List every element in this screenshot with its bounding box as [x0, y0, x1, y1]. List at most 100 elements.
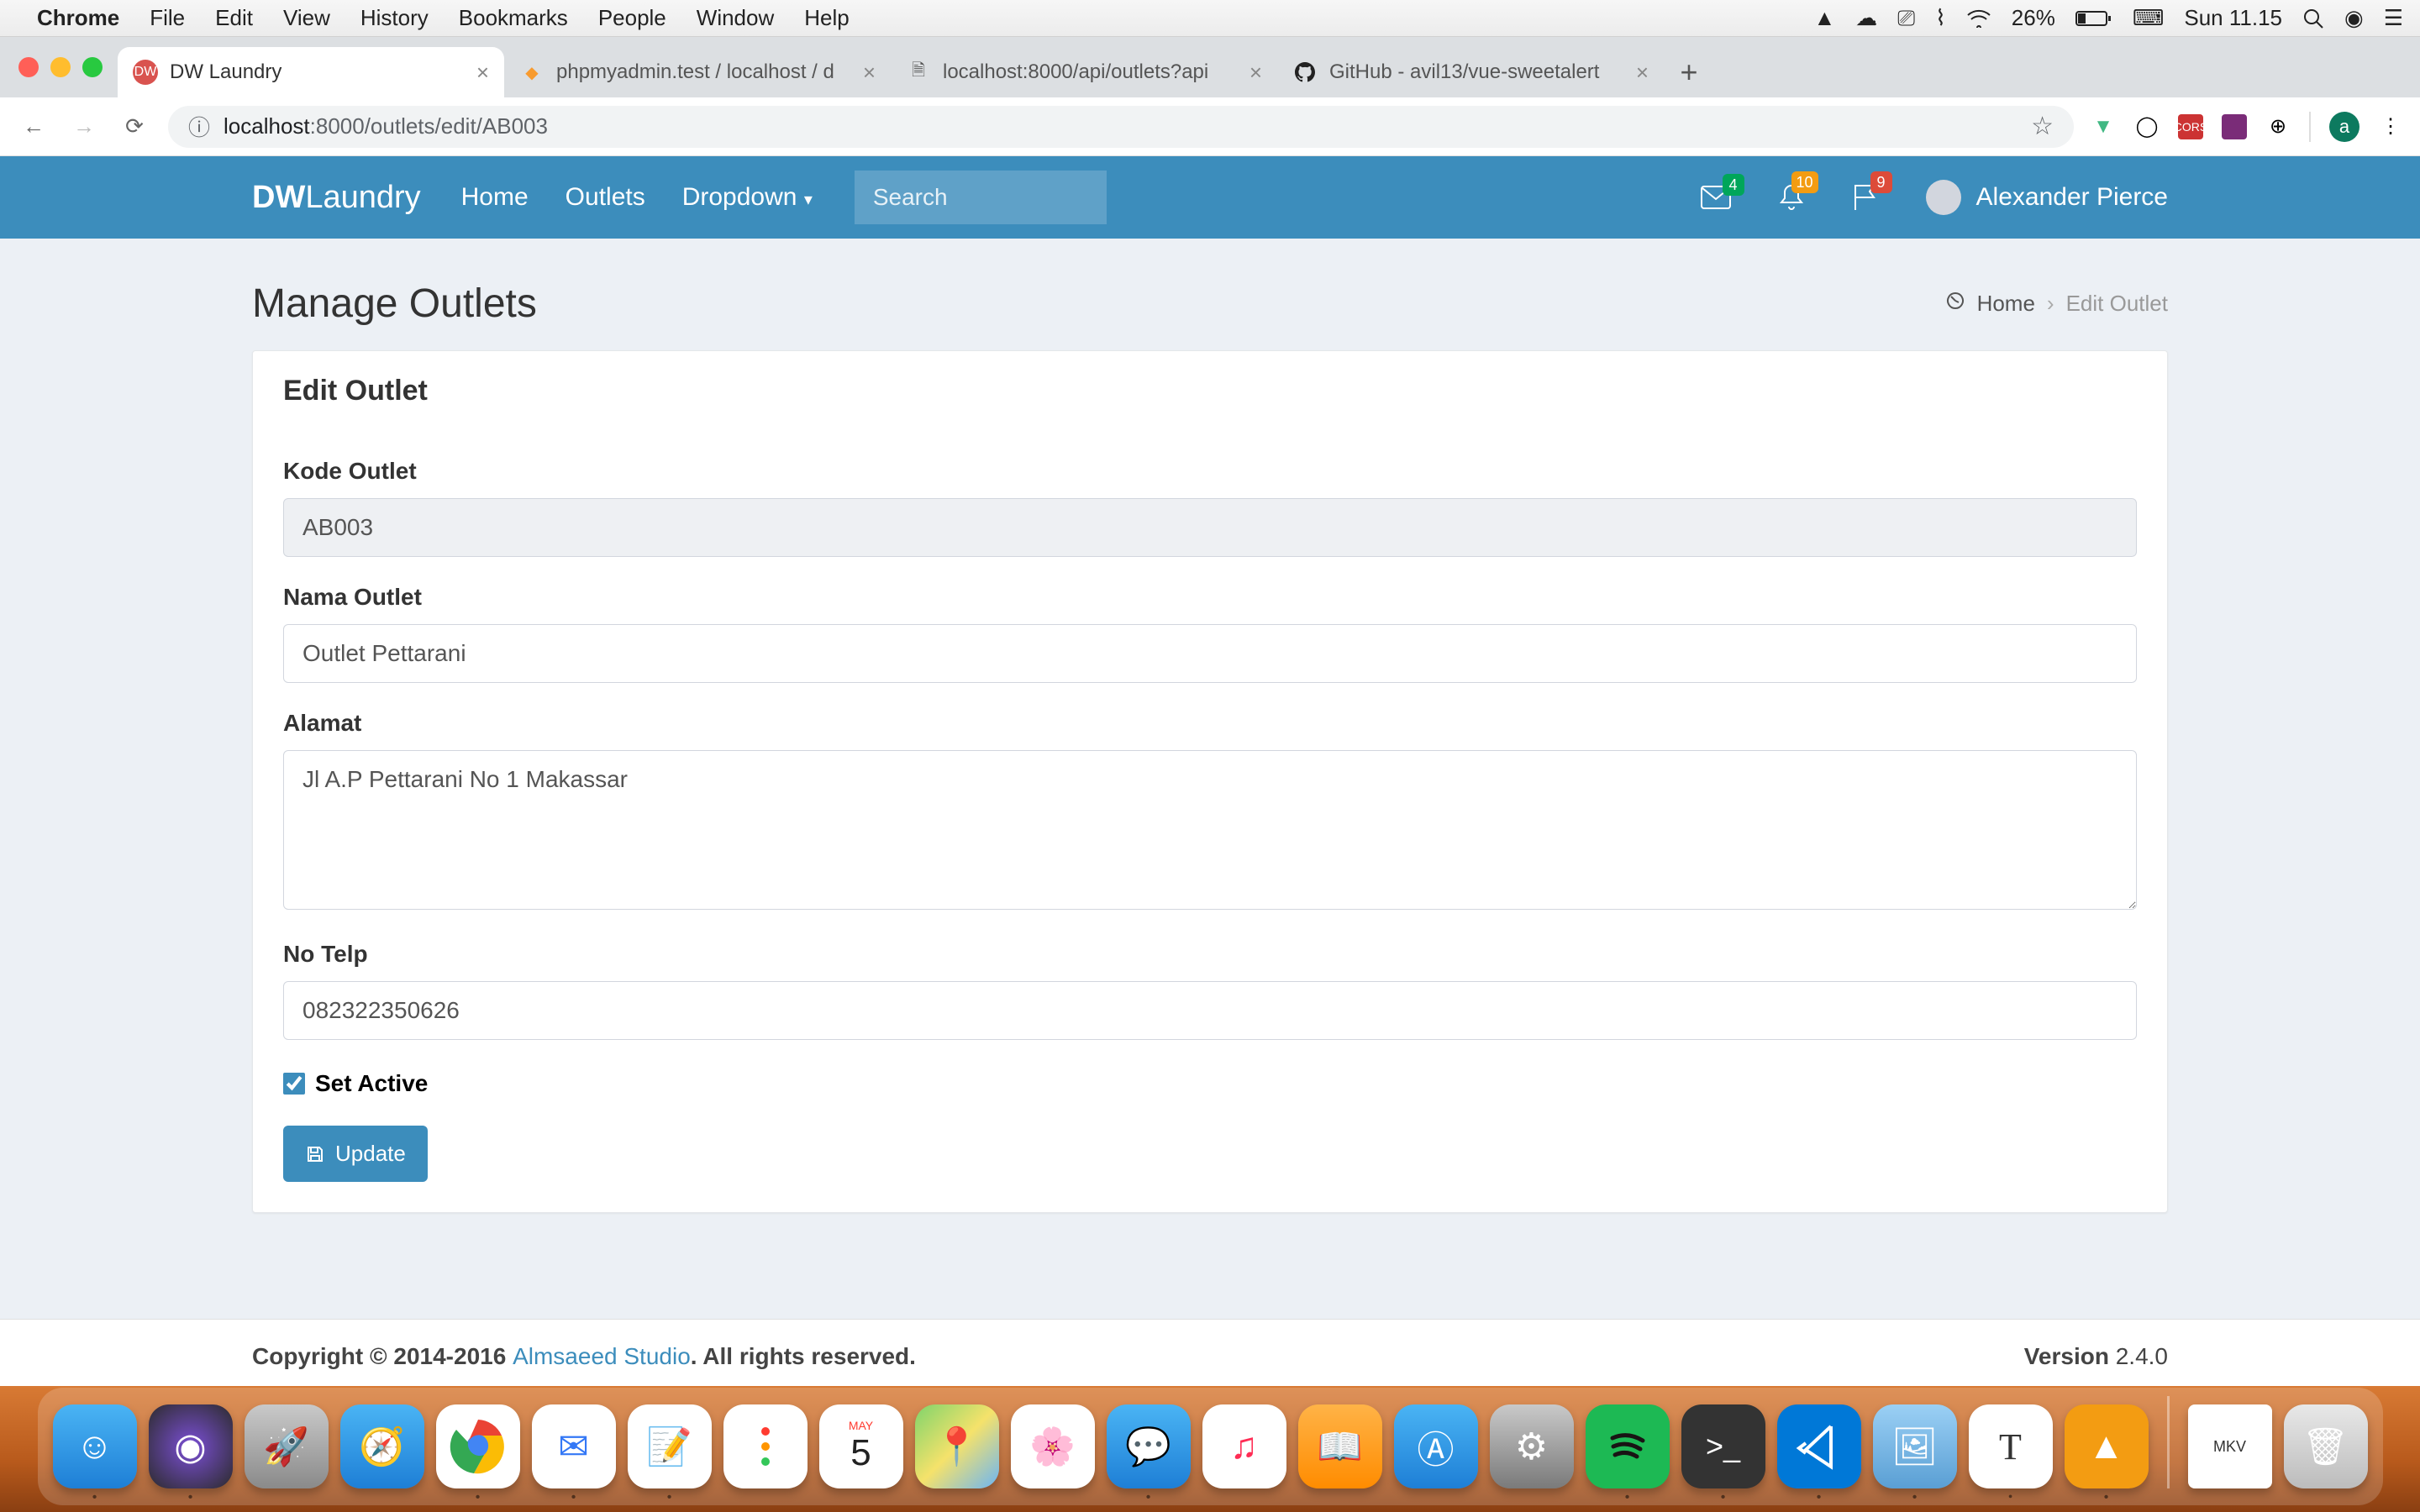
extension-icon-2[interactable]	[2222, 114, 2247, 139]
menubar-bookmarks[interactable]: Bookmarks	[459, 5, 568, 31]
photos-icon[interactable]: 🌸	[1011, 1404, 1095, 1488]
edit-outlet-card: Edit Outlet Kode Outlet Nama Outlet Alam…	[252, 350, 2168, 1213]
footer-link[interactable]: Almsaeed Studio	[513, 1343, 691, 1369]
menubar-app[interactable]: Chrome	[37, 5, 119, 31]
alamat-textarea[interactable]	[283, 750, 2137, 910]
cors-extension-icon[interactable]: CORS	[2178, 114, 2203, 139]
itunes-icon[interactable]: ♫	[1202, 1404, 1286, 1488]
update-button-label: Update	[335, 1141, 406, 1167]
menubar-view[interactable]: View	[283, 5, 330, 31]
reload-button[interactable]: ⟳	[118, 113, 151, 139]
extension-icon-3[interactable]: ⊕	[2265, 114, 2291, 139]
tab-title: localhost:8000/api/outlets?api	[943, 60, 1244, 84]
notifications-menu[interactable]: 10	[1778, 183, 1805, 212]
user-menu[interactable]: Alexander Pierce	[1926, 180, 2168, 215]
siri-app-icon[interactable]: ◉	[149, 1404, 233, 1488]
mail-menu[interactable]: 4	[1701, 186, 1731, 209]
menubar-window[interactable]: Window	[697, 5, 774, 31]
window-controls	[15, 57, 118, 97]
mail-badge: 4	[1723, 174, 1744, 196]
close-tab-icon[interactable]: ×	[1249, 60, 1262, 86]
mkv-file-icon[interactable]: MKV	[2188, 1404, 2272, 1488]
update-button[interactable]: Update	[283, 1126, 428, 1182]
menubar-file[interactable]: File	[150, 5, 185, 31]
menubar-people[interactable]: People	[598, 5, 666, 31]
maximize-window-button[interactable]	[82, 57, 103, 77]
mail-app-icon[interactable]: ✉	[532, 1404, 616, 1488]
address-bar[interactable]: ⓘ localhost:8000/outlets/edit/AB003 ☆	[168, 106, 2074, 148]
spotlight-icon[interactable]	[2302, 8, 2324, 29]
set-active-checkbox[interactable]	[283, 1073, 305, 1095]
spotify-icon[interactable]	[1586, 1404, 1670, 1488]
close-tab-icon[interactable]: ×	[1636, 60, 1649, 86]
vlc-tray-icon[interactable]: ▲	[1814, 5, 1836, 31]
appstore-icon[interactable]: Ⓐ	[1394, 1404, 1478, 1488]
save-icon	[305, 1144, 325, 1164]
menubar-edit[interactable]: Edit	[215, 5, 253, 31]
preview-icon[interactable]: 🖼	[1873, 1404, 1957, 1488]
terminal-icon[interactable]: >_	[1681, 1404, 1765, 1488]
calendar-icon[interactable]: MAY 5	[819, 1404, 903, 1488]
battery-icon[interactable]	[2075, 9, 2112, 28]
profile-avatar[interactable]: a	[2329, 112, 2360, 142]
flags-menu[interactable]: 9	[1852, 183, 1879, 212]
launchpad-icon[interactable]: 🚀	[245, 1404, 329, 1488]
brand-logo[interactable]: DWLaundry	[252, 180, 421, 216]
close-tab-icon[interactable]: ×	[476, 60, 489, 86]
finder-icon[interactable]: ☺	[53, 1404, 137, 1488]
notes-icon[interactable]: 📝	[628, 1404, 712, 1488]
textedit-icon[interactable]: T	[1969, 1404, 2053, 1488]
vscode-icon[interactable]	[1777, 1404, 1861, 1488]
nav-link-dropdown[interactable]: Dropdown ▾	[682, 183, 813, 212]
nav-link-home[interactable]: Home	[461, 183, 529, 212]
cloud-icon[interactable]: ☁	[1855, 5, 1877, 31]
vue-devtools-icon[interactable]: ▼	[2091, 114, 2116, 139]
close-tab-icon[interactable]: ×	[863, 60, 876, 86]
browser-tab-4[interactable]: GitHub - avil13/vue-sweetalert ×	[1277, 47, 1664, 97]
macos-dock: ☺ ◉ 🚀 🧭 ✉ 📝 MAY 5 📍 🌸 💬 ♫ 📖 Ⓐ ⚙ >_ 🖼 T	[38, 1388, 2383, 1505]
wifi-icon[interactable]	[1966, 9, 1991, 28]
nav-link-outlets[interactable]: Outlets	[566, 183, 645, 212]
kode-outlet-input[interactable]	[283, 498, 2137, 557]
chrome-icon[interactable]	[436, 1404, 520, 1488]
bluetooth-icon[interactable]: ⌇	[1935, 5, 1946, 31]
browser-tab-3[interactable]: 🗎 localhost:8000/api/outlets?api ×	[891, 47, 1277, 97]
bookmark-star-icon[interactable]: ☆	[2031, 112, 2054, 141]
notification-center-icon[interactable]: ☰	[2384, 5, 2403, 31]
vlc-icon[interactable]: ▲	[2065, 1404, 2149, 1488]
safari-icon[interactable]: 🧭	[340, 1404, 424, 1488]
settings-icon[interactable]: ⚙	[1490, 1404, 1574, 1488]
navbar-search[interactable]	[855, 171, 1107, 224]
extension-icon[interactable]: ◯	[2134, 114, 2160, 139]
chrome-menu-icon[interactable]: ⋮	[2378, 114, 2403, 139]
browser-tab-2[interactable]: ◆ phpmyadmin.test / localhost / d ×	[504, 47, 891, 97]
back-button[interactable]: ←	[17, 113, 50, 139]
trash-icon[interactable]: 🗑	[2284, 1404, 2368, 1488]
forward-button[interactable]: →	[67, 113, 101, 139]
footer-rights: . All rights reserved.	[691, 1343, 916, 1369]
menubar-help[interactable]: Help	[804, 5, 849, 31]
messages-icon[interactable]: 💬	[1107, 1404, 1191, 1488]
close-window-button[interactable]	[18, 57, 39, 77]
new-tab-button[interactable]: +	[1664, 47, 1714, 97]
breadcrumb-home[interactable]: Home	[1977, 291, 2035, 317]
browser-tab-1[interactable]: DW DW Laundry ×	[118, 47, 504, 97]
siri-icon[interactable]: ◉	[2344, 5, 2364, 31]
telp-input[interactable]	[283, 981, 2137, 1040]
search-input[interactable]	[873, 184, 1088, 211]
clock-text[interactable]: Sun 11.15	[2184, 5, 2282, 31]
tray-icon[interactable]: ⎚	[1897, 5, 1915, 32]
maps-icon[interactable]: 📍	[915, 1404, 999, 1488]
menubar-history[interactable]: History	[360, 5, 429, 31]
nama-outlet-input[interactable]	[283, 624, 2137, 683]
footer-copyright: Copyright © 2014-2016	[252, 1343, 513, 1369]
site-info-icon[interactable]: ⓘ	[188, 111, 210, 142]
minimize-window-button[interactable]	[50, 57, 71, 77]
chrome-tabbar: DW DW Laundry × ◆ phpmyadmin.test / loca…	[0, 37, 2420, 97]
content-area: Manage Outlets Home › Edit Outlet Edit O…	[0, 239, 2420, 1319]
reminders-icon[interactable]	[723, 1404, 808, 1488]
input-icon[interactable]: ⌨	[2133, 5, 2165, 31]
kode-outlet-label: Kode Outlet	[283, 458, 2137, 485]
ibooks-icon[interactable]: 📖	[1298, 1404, 1382, 1488]
nama-outlet-label: Nama Outlet	[283, 584, 2137, 611]
